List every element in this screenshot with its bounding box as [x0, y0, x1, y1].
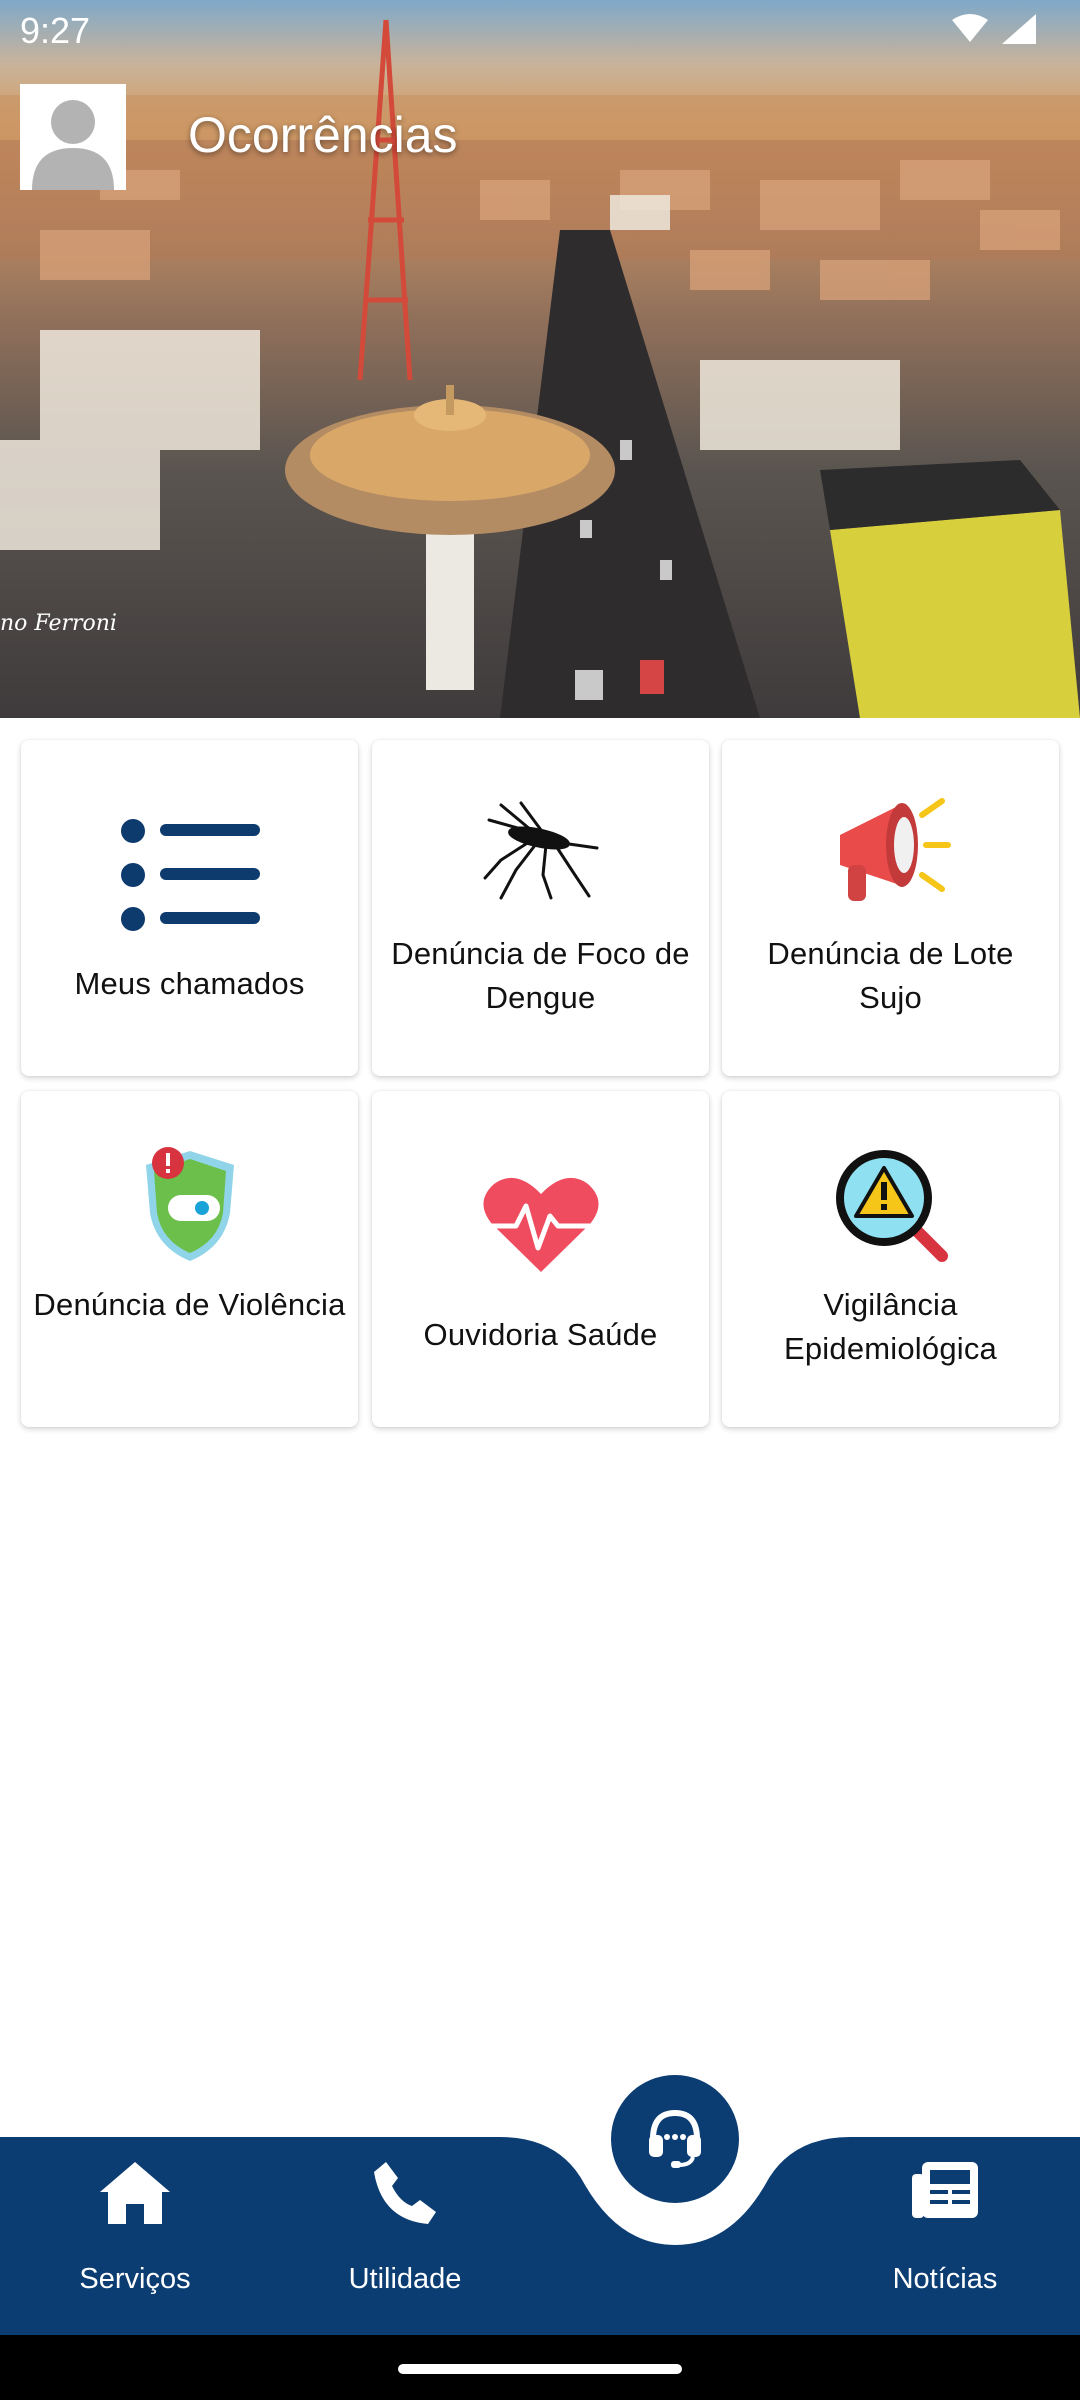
nav-label: Ocorrências — [596, 2263, 754, 2295]
nav-noticias[interactable]: Notícias — [845, 2130, 1045, 2310]
magnifier-warning-icon — [835, 1150, 948, 1262]
user-avatar[interactable] — [20, 84, 126, 190]
status-icons — [950, 12, 1040, 51]
card-dengue[interactable]: Denúncia de Foco de Dengue — [372, 740, 709, 1076]
heart-pulse-icon — [479, 1177, 602, 1272]
card-label: Meus chamados — [74, 966, 305, 1001]
card-violencia[interactable]: Denúncia de Violência — [21, 1091, 358, 1427]
svg-text:no Ferroni: no Ferroni — [0, 611, 117, 636]
nav-label: Serviços — [79, 2263, 191, 2295]
card-meus-chamados[interactable]: Meus chamados — [21, 740, 358, 1076]
card-label: Denúncia de Violência — [33, 1287, 346, 1322]
header-cover-image: no Ferroni 9:27 Ocorrências — [0, 0, 1080, 718]
megaphone-icon — [839, 798, 951, 901]
signal-icon — [1002, 14, 1036, 44]
shield-whistle-icon — [145, 1147, 234, 1261]
card-label: Denúncia de Lote Sujo — [767, 936, 1014, 1015]
phone-icon — [374, 2162, 436, 2224]
list-icon — [120, 819, 260, 931]
card-label: Vigilância Epidemiológica — [783, 1287, 998, 1366]
mosquito-icon — [483, 801, 598, 900]
status-time: 9:27 — [20, 10, 91, 51]
card-ouvidoria-saude[interactable]: Ouvidoria Saúde — [372, 1091, 709, 1427]
home-gesture-handle[interactable] — [398, 2364, 682, 2374]
card-lote-sujo[interactable]: Denúncia de Lote Sujo — [722, 740, 1059, 1076]
newspaper-icon — [912, 2162, 978, 2218]
home-icon — [100, 2162, 170, 2224]
card-vigilancia[interactable]: Vigilância Epidemiológica — [722, 1091, 1059, 1427]
nav-ocorrencias[interactable]: Ocorrências — [575, 2130, 775, 2310]
page-title: Ocorrências — [188, 107, 458, 163]
card-label: Denúncia de Foco de Dengue — [391, 936, 690, 1015]
nav-servicos[interactable]: Serviços — [35, 2130, 235, 2310]
nav-label: Notícias — [892, 2263, 998, 2295]
nav-utilidade[interactable]: Utilidade — [305, 2130, 505, 2310]
wifi-icon — [952, 14, 988, 42]
nav-label: Utilidade — [348, 2263, 462, 2295]
card-label: Ouvidoria Saúde — [423, 1317, 658, 1352]
user-avatar-icon — [20, 84, 126, 190]
